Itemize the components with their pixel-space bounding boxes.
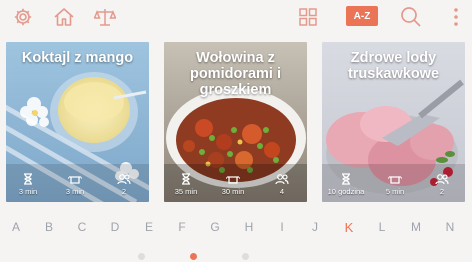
page-dot-active[interactable] [190,253,197,260]
hourglass-icon [182,173,190,185]
top-toolbar: A-Z [0,0,472,36]
alphabet-letter-k[interactable]: K [341,220,357,235]
servings-value: 2 [121,187,127,196]
page-dot[interactable] [138,253,145,260]
gear-icon[interactable] [12,6,34,28]
recipe-title: Wołowina z pomidorami i groszkiem [189,50,282,98]
alphabet-letter-j[interactable]: J [307,220,323,234]
alphabet-letter-b[interactable]: B [41,220,57,234]
people-icon [435,174,449,185]
servings: 2 [104,173,144,196]
recipe-card-icecream[interactable]: Zdrowe lody truskawkowe 10 godzina 5 min… [322,42,465,202]
recipe-card-beef[interactable]: Wołowina z pomidorami i groszkiem 35 min… [164,42,307,202]
search-icon[interactable] [400,6,422,28]
people-icon [117,174,131,185]
alphabet-letter-f[interactable]: F [174,220,190,234]
home-icon[interactable] [53,6,75,28]
scale-icon[interactable] [94,6,116,28]
cook-time: 30 min [213,173,253,196]
pot-icon [226,176,240,184]
alphabet-letter-h[interactable]: H [241,220,257,234]
prep-time-value: 10 godzina [327,187,365,196]
prep-time: 3 min [8,173,48,196]
servings: 4 [262,173,302,196]
page-dot[interactable] [242,253,249,260]
alphabet-letter-e[interactable]: E [141,220,157,234]
alphabet-letter-n[interactable]: N [442,220,458,234]
alphabet-letter-a[interactable]: A [8,220,24,234]
sort-az-label: A-Z [353,10,371,22]
recipe-card-mango[interactable]: Koktajl z mango 3 min 3 min 2 [6,42,149,202]
recipe-title: Koktajl z mango [21,50,134,66]
cook-time: 5 min [375,173,415,196]
recipe-stats: 10 godzina 5 min 2 [322,170,465,196]
pot-icon [388,176,402,184]
alphabet-letter-d[interactable]: D [107,220,123,234]
prep-time-value: 35 min [174,187,198,196]
recipe-title: Zdrowe lody truskawkowe [347,50,440,82]
hourglass-icon [342,173,350,185]
cook-time: 3 min [55,173,95,196]
alphabet-letter-l[interactable]: L [374,220,390,234]
alphabet-letter-c[interactable]: C [74,220,90,234]
prep-time-value: 3 min [18,187,38,196]
alphabet-index: A B C D E F G H I J K L M N [0,220,472,240]
servings-value: 4 [279,187,285,196]
servings: 2 [422,173,462,196]
recipe-stats: 35 min 30 min 4 [164,170,307,196]
cook-time-value: 5 min [385,187,405,196]
people-icon [275,174,289,185]
cook-time-value: 3 min [65,187,85,196]
alphabet-letter-i[interactable]: I [274,220,290,234]
grid-icon[interactable] [297,6,319,28]
hourglass-icon [24,173,32,185]
alphabet-letter-g[interactable]: G [207,220,223,234]
sort-az-button[interactable]: A-Z [346,6,378,26]
page-indicator [0,253,472,261]
cook-time-value: 30 min [221,187,245,196]
pot-icon [68,176,82,184]
alphabet-letter-m[interactable]: M [408,220,424,234]
recipe-stats: 3 min 3 min 2 [6,170,149,196]
more-icon[interactable] [445,6,467,28]
prep-time: 10 godzina [324,173,368,196]
servings-value: 2 [439,187,445,196]
prep-time: 35 min [166,173,206,196]
